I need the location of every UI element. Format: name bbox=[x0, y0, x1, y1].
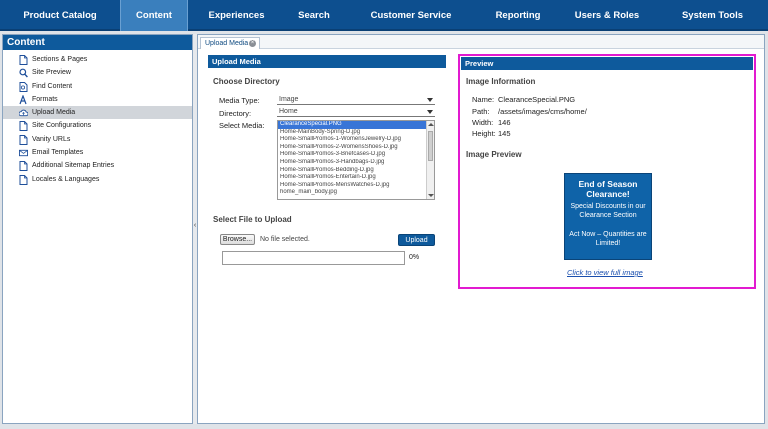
page-icon bbox=[19, 121, 28, 132]
nav-customer-service[interactable]: Customer Service bbox=[343, 0, 479, 31]
chevron-down-icon bbox=[427, 110, 433, 114]
sidebar-menu: Sections & Pages Site Preview Find Conte… bbox=[3, 53, 192, 186]
magnifier-icon bbox=[19, 68, 28, 78]
nav-experiences[interactable]: Experiences bbox=[188, 0, 285, 31]
tab-upload-media[interactable]: Upload Media × bbox=[200, 37, 260, 49]
sidebar-item-additional-sitemap-entries[interactable]: Additional Sitemap Entries bbox=[3, 159, 192, 172]
promo-cta: Act Now – Quantities are Limited! bbox=[569, 231, 647, 247]
promo-heading: End of Season Clearance! bbox=[578, 179, 638, 199]
cloud-upload-icon bbox=[19, 109, 28, 117]
sidebar-item-find-content[interactable]: Find Content bbox=[3, 80, 192, 93]
height-label: Height: bbox=[472, 129, 496, 138]
path-value: /assets/images/cms/home/ bbox=[498, 107, 587, 116]
nav-users-roles[interactable]: Users & Roles bbox=[557, 0, 657, 31]
sidebar-item-label: Vanity URLs bbox=[32, 135, 71, 143]
page-icon bbox=[19, 174, 28, 185]
height-value: 145 bbox=[498, 129, 511, 138]
find-page-icon bbox=[19, 81, 28, 92]
listbox-scrollbar[interactable] bbox=[426, 121, 434, 199]
upload-progress-bar bbox=[222, 251, 405, 265]
sidebar-item-label: Sections & Pages bbox=[32, 56, 88, 63]
promo-body: Special Discounts in our Clearance Secti… bbox=[570, 203, 646, 219]
preview-header: Preview bbox=[461, 57, 753, 70]
main-content-area: Upload Media × Upload Media Choose Direc… bbox=[197, 34, 765, 424]
width-label: Width: bbox=[472, 118, 494, 127]
media-type-label: Media Type: bbox=[219, 96, 260, 105]
progress-percent: 0% bbox=[409, 254, 420, 261]
media-option[interactable]: Home-SmallPromos-MensWatches-D.jpg bbox=[278, 182, 426, 190]
sidebar-item-site-preview[interactable]: Site Preview bbox=[3, 66, 192, 79]
sidebar-item-label: Locales & Languages bbox=[32, 175, 100, 183]
media-option[interactable]: Home-SmallPromos-3-Handbags-D.jpg bbox=[278, 159, 426, 167]
media-option[interactable]: Home-SmallPromos-2-WomensShoes-D.jpg bbox=[278, 144, 426, 152]
chevron-down-icon bbox=[427, 98, 433, 102]
tab-label: Upload Media bbox=[205, 40, 249, 47]
path-label: Path: bbox=[472, 107, 490, 116]
no-file-selected-text: No file selected. bbox=[260, 236, 310, 243]
scroll-down-icon[interactable] bbox=[428, 194, 434, 197]
sidebar-item-label: Site Configurations bbox=[32, 122, 92, 130]
sidebar-item-upload-media[interactable]: Upload Media bbox=[3, 106, 192, 120]
close-icon[interactable]: × bbox=[249, 40, 256, 47]
sidebar-item-label: Additional Sitemap Entries bbox=[32, 162, 115, 170]
nav-content[interactable]: Content bbox=[120, 0, 188, 31]
image-preview-title: Image Preview bbox=[466, 150, 522, 159]
media-option[interactable]: Home-SmallPromos-Entertain-D.jpg bbox=[278, 174, 426, 182]
media-option[interactable]: Home-MainBody-Spring-D.jpg bbox=[278, 129, 426, 137]
media-option[interactable]: Home-SmallPromos-1-WomensJewelry-D.jpg bbox=[278, 136, 426, 144]
upload-media-header: Upload Media bbox=[208, 55, 446, 68]
promo-image-preview: End of Season Clearance! Special Discoun… bbox=[564, 173, 652, 260]
sidebar-item-label: Site Preview bbox=[32, 69, 71, 77]
preview-panel: Preview Image Information Name: Clearanc… bbox=[458, 54, 756, 289]
media-type-select[interactable]: Image bbox=[277, 95, 435, 105]
select-media-label: Select Media: bbox=[219, 121, 265, 130]
sidebar-item-vanity-urls[interactable]: Vanity URLs bbox=[3, 133, 192, 146]
nav-reporting[interactable]: Reporting bbox=[479, 0, 557, 31]
sidebar-item-email-templates[interactable]: Email Templates bbox=[3, 146, 192, 159]
media-option[interactable]: ClearanceSpecial.PNG bbox=[278, 121, 426, 129]
browse-button[interactable]: Browse... bbox=[220, 234, 255, 245]
media-option[interactable]: Home-SmallPromos-3-Briefcases-D.jpg bbox=[278, 151, 426, 159]
sidebar-item-label: Find Content bbox=[32, 82, 73, 90]
image-information-title: Image Information bbox=[466, 77, 536, 86]
select-file-title: Select File to Upload bbox=[213, 215, 292, 224]
upload-button[interactable]: Upload bbox=[398, 234, 435, 246]
page-icon bbox=[19, 134, 28, 145]
page-icon bbox=[19, 55, 28, 65]
content-sidebar: Content Sections & Pages Site Preview Fi… bbox=[2, 34, 193, 424]
sidebar-title: Content bbox=[3, 35, 192, 50]
sidebar-item-formats[interactable]: Formats bbox=[3, 93, 192, 106]
nav-search[interactable]: Search bbox=[285, 0, 343, 31]
scroll-up-icon[interactable] bbox=[428, 123, 434, 126]
nav-product-catalog[interactable]: Product Catalog bbox=[0, 0, 120, 31]
view-full-image-link[interactable]: Click to view full image bbox=[567, 268, 643, 277]
directory-label: Directory: bbox=[219, 109, 252, 118]
top-navigation-bar: Product Catalog Content Experiences Sear… bbox=[0, 0, 768, 31]
sidebar-item-label: Email Templates bbox=[32, 149, 84, 157]
directory-value: Home bbox=[279, 108, 298, 115]
width-value: 146 bbox=[498, 118, 511, 127]
media-listbox[interactable]: ClearanceSpecial.PNG Home-MainBody-Sprin… bbox=[277, 120, 435, 200]
sidebar-item-sections-pages[interactable]: Sections & Pages bbox=[3, 53, 192, 66]
page-icon bbox=[19, 161, 28, 172]
nav-system-tools[interactable]: System Tools bbox=[657, 0, 768, 31]
choose-directory-title: Choose Directory bbox=[213, 77, 280, 86]
tab-bar: Upload Media × bbox=[198, 35, 764, 49]
sidebar-item-label: Upload Media bbox=[32, 109, 76, 117]
media-type-value: Image bbox=[279, 96, 299, 103]
sidebar-item-locales-languages[interactable]: Locales & Languages bbox=[3, 173, 192, 186]
name-label: Name: bbox=[472, 95, 495, 104]
media-option[interactable]: Home-SmallPromos-Bedding-D.jpg bbox=[278, 167, 426, 175]
directory-select[interactable]: Home bbox=[277, 107, 435, 117]
name-value: ClearanceSpecial.PNG bbox=[498, 95, 576, 104]
email-icon bbox=[19, 149, 28, 157]
scroll-thumb[interactable] bbox=[428, 131, 433, 161]
sidebar-item-label: Formats bbox=[32, 95, 58, 103]
media-option[interactable]: home_main_body.jpg bbox=[278, 189, 426, 197]
sidebar-item-site-configurations[interactable]: Site Configurations bbox=[3, 119, 192, 132]
format-icon bbox=[19, 94, 27, 105]
